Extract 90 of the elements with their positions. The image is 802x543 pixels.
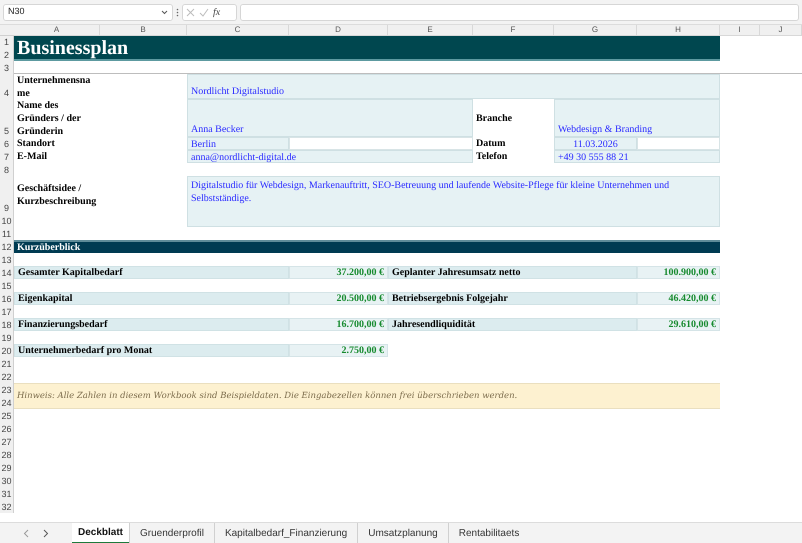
column-header[interactable]: G <box>554 25 637 36</box>
row-header[interactable]: 11 <box>0 227 14 240</box>
more-icon <box>176 8 179 16</box>
row-header[interactable]: 1 <box>0 36 14 48</box>
select-all-button[interactable] <box>0 25 14 36</box>
field-label: Datum <box>475 137 506 150</box>
field-value: Anna Becker <box>187 99 473 137</box>
field-value: +49 30 555 88 21 <box>554 150 720 163</box>
column-header[interactable]: E <box>388 25 473 36</box>
column-header[interactable]: C <box>187 25 289 36</box>
summary-label: Gesamter Kapitalbedarf <box>14 266 289 279</box>
row-header[interactable]: 17 <box>0 305 14 318</box>
field-label: Branche <box>475 112 514 126</box>
row-header[interactable]: 4 <box>0 74 14 99</box>
note-text: Hinweis: Alle Zahlen in diesem Workbook sind Beispieldaten. Die Eingabezellen können frei überschrieben werden. <box>17 390 518 402</box>
row-header[interactable]: 20 <box>0 344 14 357</box>
column-header[interactable]: D <box>289 25 388 36</box>
summary-label: Betriebsergebnis Folgejahr <box>388 292 637 305</box>
row-header[interactable]: 15 <box>0 279 14 292</box>
chevron-down-icon <box>161 10 168 14</box>
row-header[interactable]: 27 <box>0 435 14 448</box>
check-icon[interactable] <box>199 8 209 16</box>
summary-value: 29.610,00 € <box>637 318 720 331</box>
summary-value: 100.900,00 € <box>637 266 720 279</box>
row-header[interactable]: 30 <box>0 474 14 487</box>
summary-value: 16.700,00 € <box>289 318 388 331</box>
row-header[interactable]: 28 <box>0 448 14 461</box>
row-header[interactable]: 3 <box>0 61 14 74</box>
insert-function-button[interactable]: fx <box>213 4 220 20</box>
summary-label: Unternehmerbedarf pro Monat <box>14 344 289 357</box>
field-value: Nordlicht Digitalstudio <box>187 74 720 99</box>
sheet-tab[interactable]: Rentabilitaets <box>448 522 530 543</box>
chevron-left-icon[interactable] <box>23 528 29 538</box>
field-value: Berlin <box>187 137 289 150</box>
field-value: Webdesign & Branding <box>554 99 720 137</box>
column-header[interactable]: F <box>473 25 554 36</box>
chevron-right-icon[interactable] <box>43 528 49 538</box>
row-header[interactable]: 24 <box>0 396 14 409</box>
column-header[interactable]: B <box>100 25 187 36</box>
field-label: Name des Gründers / der Gründerin <box>16 99 82 137</box>
name-box[interactable]: N30 <box>3 4 173 20</box>
field-value: 11.03.2026 <box>554 137 637 150</box>
field-value: Digitalstudio für Webdesign, Markenauftritt, SEO-Betreuung und laufende Website-Pflege für kleine Unternehmen und Selbstständige. <box>187 176 720 227</box>
row-header[interactable]: 7 <box>0 150 14 163</box>
column-header[interactable]: J <box>760 25 802 36</box>
summary-value: 46.420,00 € <box>637 292 720 305</box>
row-header[interactable]: 29 <box>0 461 14 474</box>
column-header[interactable]: I <box>720 25 760 36</box>
row-header[interactable]: 9 <box>0 176 14 214</box>
field-label: Geschäftsidee / Kurzbeschreibung <box>16 182 98 209</box>
sheet-tab[interactable]: Kapitalbedarf_Finanzierung <box>214 522 358 543</box>
row-header[interactable]: 12 <box>0 240 14 253</box>
sheet-tab[interactable]: Deckblatt <box>72 522 130 543</box>
summary-value: 2.750,00 € <box>289 344 388 357</box>
summary-label: Geplanter Jahresumsatz netto <box>388 266 637 279</box>
field-label: Telefon <box>475 150 508 163</box>
row-header[interactable]: 10 <box>0 214 14 227</box>
summary-label: Eigenkapital <box>14 292 289 305</box>
row-header[interactable]: 19 <box>0 331 14 344</box>
cancel-icon[interactable] <box>186 8 195 16</box>
sheet-tab[interactable]: Umsatzplanung <box>357 522 448 543</box>
column-header[interactable]: A <box>14 25 100 36</box>
field-label: Unternehmensname <box>16 74 92 99</box>
row-header[interactable]: 23 <box>0 383 14 396</box>
row-header[interactable]: 6 <box>0 137 14 150</box>
summary-value: 20.500,00 € <box>289 292 388 305</box>
row-header[interactable]: 31 <box>0 487 14 500</box>
row-header[interactable]: 32 <box>0 500 14 513</box>
row-header[interactable]: 18 <box>0 318 14 331</box>
field-value: anna@nordlicht-digital.de <box>187 150 473 163</box>
field-label: Standort <box>16 137 56 150</box>
row-header[interactable]: 8 <box>0 163 14 176</box>
summary-label: Finanzierungsbedarf <box>14 318 289 331</box>
row-header[interactable]: 16 <box>0 292 14 305</box>
column-header[interactable]: H <box>637 25 720 36</box>
field-label: E-Mail <box>16 150 48 163</box>
summary-value: 37.200,00 € <box>289 266 388 279</box>
row-header[interactable]: 22 <box>0 370 14 383</box>
section-title: Kurzüberblick <box>17 241 80 255</box>
row-header[interactable]: 26 <box>0 422 14 435</box>
summary-label: Jahresendliquidität <box>388 318 637 331</box>
row-header[interactable]: 13 <box>0 253 14 266</box>
sheet-tab[interactable]: Gruenderprofil <box>129 522 214 543</box>
row-header[interactable]: 25 <box>0 409 14 422</box>
row-header[interactable]: 2 <box>0 48 14 61</box>
row-header[interactable]: 21 <box>0 357 14 370</box>
row-header[interactable]: 5 <box>0 99 14 137</box>
sheet-title: Businessplan <box>17 38 128 58</box>
row-header[interactable]: 14 <box>0 266 14 279</box>
formula-input[interactable] <box>240 4 799 20</box>
